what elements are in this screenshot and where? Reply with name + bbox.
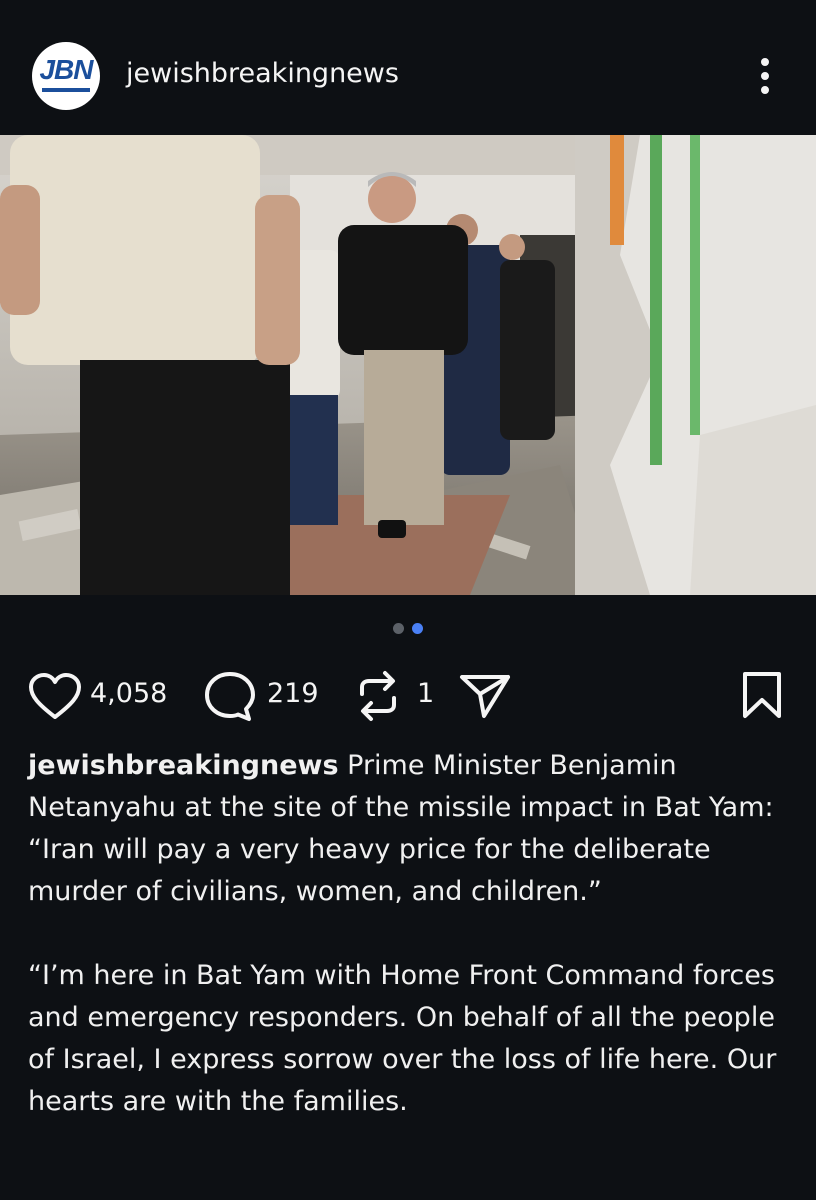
repost-icon[interactable] — [354, 670, 402, 726]
comment-icon[interactable] — [203, 670, 257, 728]
avatar-logo-bar — [42, 88, 90, 92]
post-caption: jewishbreakingnews Prime Minister Benjam… — [28, 745, 798, 1123]
repost-count[interactable]: 1 — [417, 678, 434, 709]
post-header: JBN jewishbreakingnews — [0, 0, 816, 135]
more-vertical-icon[interactable] — [752, 56, 778, 96]
action-bar: 4,058 219 1 — [0, 660, 816, 730]
carousel-indicator — [0, 620, 816, 638]
like-count[interactable]: 4,058 — [90, 678, 167, 709]
avatar[interactable]: JBN — [32, 42, 100, 110]
caption-paragraph-1: jewishbreakingnews Prime Minister Benjam… — [28, 745, 798, 913]
avatar-logo: JBN — [39, 54, 93, 85]
post-image[interactable] — [0, 135, 816, 595]
carousel-dot-2 — [412, 623, 423, 634]
caption-username[interactable]: jewishbreakingnews — [28, 750, 339, 781]
bookmark-icon[interactable] — [741, 670, 783, 726]
comment-count[interactable]: 219 — [267, 678, 319, 709]
username[interactable]: jewishbreakingnews — [126, 58, 399, 89]
share-icon[interactable] — [458, 672, 512, 724]
caption-paragraph-2: “I’m here in Bat Yam with Home Front Com… — [28, 960, 777, 1117]
heart-icon[interactable] — [28, 672, 82, 726]
carousel-dot-1 — [393, 623, 404, 634]
